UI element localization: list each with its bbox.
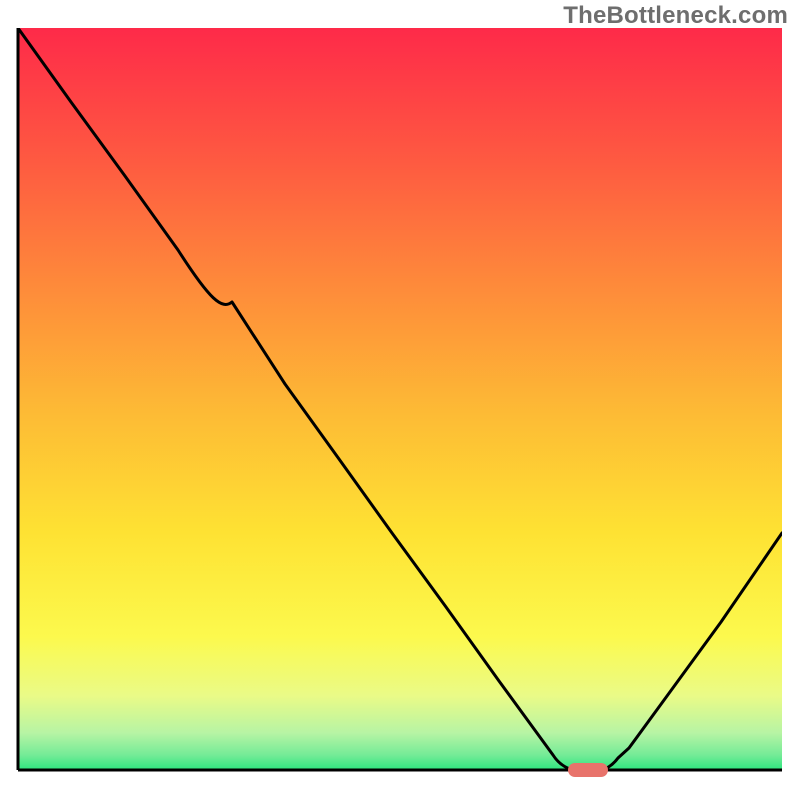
bottleneck-chart bbox=[0, 0, 800, 800]
minimum-marker bbox=[568, 763, 608, 777]
gradient-background bbox=[18, 28, 782, 770]
chart-container: { "watermark": "TheBottleneck.com", "col… bbox=[0, 0, 800, 800]
watermark-text: TheBottleneck.com bbox=[563, 2, 788, 30]
